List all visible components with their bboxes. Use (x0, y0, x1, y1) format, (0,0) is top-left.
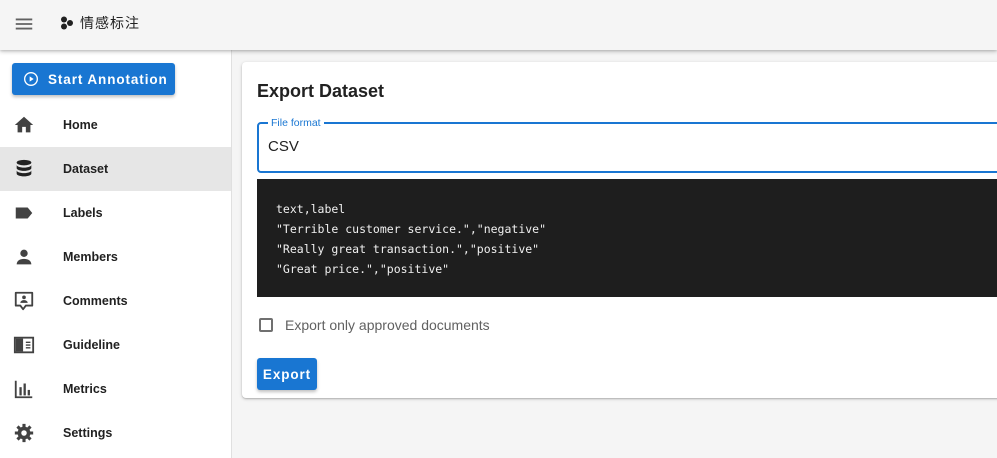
export-dataset-card: Export Dataset File format CSV text,labe… (242, 62, 997, 398)
play-circle-icon (24, 72, 38, 86)
app-title: 情感标注 (80, 15, 140, 31)
approved-only-checkbox[interactable] (259, 318, 273, 332)
page-title: Export Dataset (257, 81, 385, 101)
label-icon (15, 207, 33, 219)
sidebar-item-members[interactable]: Members (0, 235, 231, 279)
sidebar-item-comments[interactable]: Comments (0, 279, 231, 323)
preview-line: text,label (276, 202, 346, 216)
chart-bar-icon (14, 380, 33, 399)
sidebar-item-label: Labels (63, 206, 103, 220)
sidebar-item-dataset[interactable]: Dataset (0, 147, 231, 191)
sidebar-item-home[interactable]: Home (0, 103, 231, 147)
comment-account-icon (14, 291, 34, 311)
sidebar-item-settings[interactable]: Settings (0, 411, 231, 455)
sidebar-nav: Home Dataset Labels Members Comments Gui… (0, 103, 231, 455)
preview-line: "Great price.","positive" (276, 262, 450, 276)
preview-line: "Terrible customer service.","negative" (276, 222, 547, 236)
start-annotation-label: Start Annotation (48, 71, 168, 87)
database-icon (16, 159, 32, 177)
account-icon (16, 249, 32, 265)
book-open-icon (13, 336, 35, 354)
approved-only-label: Export only approved documents (285, 317, 490, 333)
sidebar-item-label: Comments (63, 294, 128, 308)
export-preview: text,label "Terrible customer service.",… (257, 179, 997, 297)
file-format-label: File format (268, 116, 324, 130)
brand[interactable]: 情感标注 (60, 13, 140, 33)
sidebar-item-label: Members (63, 250, 118, 264)
gear-icon (14, 423, 34, 443)
brand-icon (61, 16, 73, 30)
sidebar-item-label: Dataset (63, 162, 109, 176)
app-bar: 情感标注 (0, 0, 997, 50)
sidebar-item-guideline[interactable]: Guideline (0, 323, 231, 367)
menu-icon[interactable] (13, 13, 35, 35)
file-format-select[interactable]: File format CSV (257, 116, 997, 173)
file-format-value: CSV (268, 138, 299, 155)
export-button[interactable]: Export (257, 358, 317, 390)
sidebar-item-labels[interactable]: Labels (0, 191, 231, 235)
sidebar: Start Annotation Home Dataset Labels Mem… (0, 50, 232, 458)
sidebar-item-label: Metrics (63, 382, 107, 396)
sidebar-item-label: Guideline (63, 338, 120, 352)
home-icon (14, 116, 34, 133)
preview-line: "Really great transaction.","positive" (276, 242, 540, 256)
sidebar-item-label: Home (63, 118, 98, 132)
sidebar-item-label: Settings (63, 426, 113, 440)
approved-only-option[interactable]: Export only approved documents (259, 315, 490, 335)
start-annotation-button[interactable]: Start Annotation (12, 63, 175, 95)
sidebar-item-metrics[interactable]: Metrics (0, 367, 231, 411)
